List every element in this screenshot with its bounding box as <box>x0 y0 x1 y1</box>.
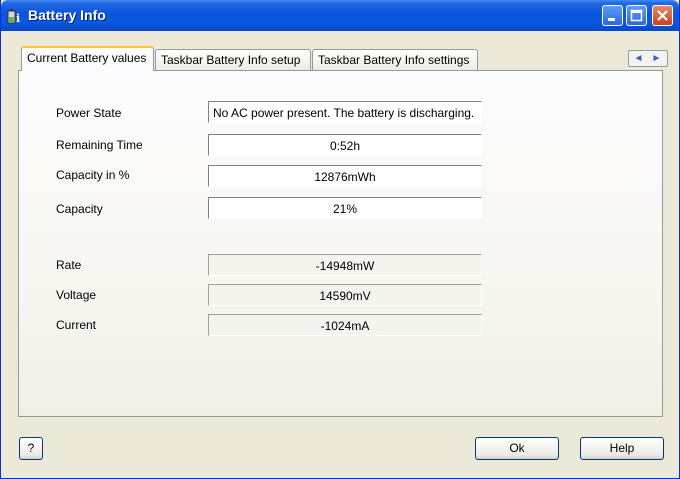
maximize-icon <box>630 9 643 22</box>
voltage-label: Voltage <box>56 288 97 302</box>
tab-taskbar-battery-info-settings[interactable]: Taskbar Battery Info settings <box>312 49 478 70</box>
tab-label: Taskbar Battery Info setup <box>161 53 301 67</box>
tab-scroll-control[interactable]: ◄ ► <box>628 50 668 67</box>
battery-info-app-icon: i <box>7 9 20 24</box>
remaining-time-field: 0:52h <box>208 134 482 156</box>
context-help-button[interactable]: ? <box>19 437 43 460</box>
title-bar[interactable]: i Battery Info <box>1 0 679 31</box>
help-button[interactable]: Help <box>580 437 664 460</box>
capacity-pct-label: Capacity in % <box>56 168 130 182</box>
rate-label: Rate <box>56 258 82 272</box>
voltage-field: 14590mV <box>208 284 482 306</box>
close-button[interactable] <box>652 5 673 26</box>
battery-info-window: i Battery Info Current Battery values Ta… <box>0 0 680 479</box>
current-field: -1024mA <box>208 314 482 336</box>
current-label: Current <box>56 318 97 332</box>
capacity-pct-field: 12876mWh <box>208 165 482 187</box>
tab-scroll-left-icon[interactable]: ◄ <box>630 52 647 65</box>
remaining-time-label: Remaining Time <box>56 138 143 152</box>
close-icon <box>657 10 668 21</box>
tab-label: Taskbar Battery Info settings <box>318 53 470 67</box>
minimize-button[interactable] <box>602 5 623 26</box>
tab-taskbar-battery-info-setup[interactable]: Taskbar Battery Info setup <box>155 49 311 70</box>
capacity-label: Capacity <box>56 202 103 216</box>
tab-scroll-right-icon[interactable]: ► <box>648 52 665 65</box>
minimize-icon <box>608 18 615 21</box>
maximize-button[interactable] <box>626 5 647 26</box>
tab-label: Current Battery values <box>27 51 147 65</box>
power-state-label: Power State <box>56 106 122 120</box>
rate-field: -14948mW <box>208 254 482 276</box>
ok-button[interactable]: Ok <box>475 437 559 460</box>
tab-current-battery-values[interactable]: Current Battery values <box>21 46 154 71</box>
svg-text:i: i <box>16 12 20 24</box>
power-state-field: No AC power present. The battery is disc… <box>208 101 482 123</box>
window-title: Battery Info <box>28 7 106 23</box>
capacity-field: 21% <box>208 197 482 219</box>
